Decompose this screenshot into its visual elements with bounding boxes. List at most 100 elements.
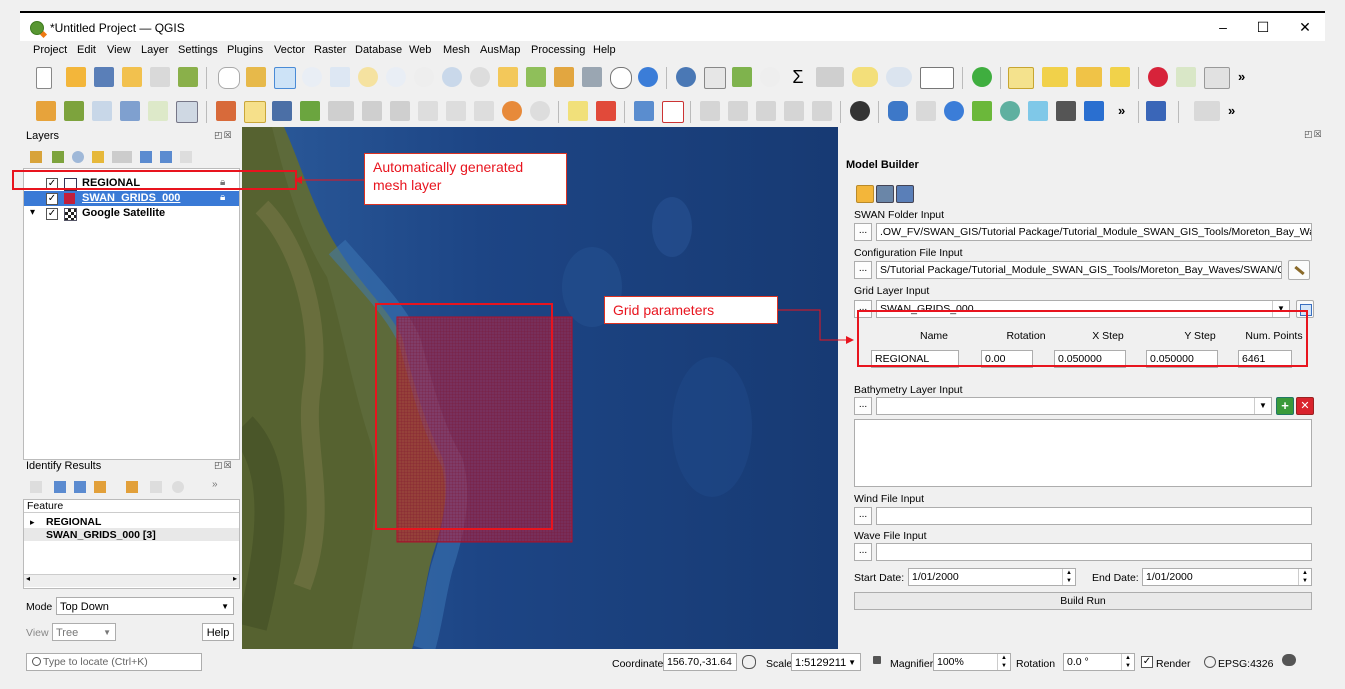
- collapse-all-icon[interactable]: [160, 151, 172, 163]
- identify-copy-icon[interactable]: [150, 481, 162, 493]
- maximize-button[interactable]: ☐: [1248, 17, 1278, 37]
- add-feature-icon[interactable]: [300, 101, 320, 121]
- deselect-icon[interactable]: [1076, 67, 1102, 87]
- messages-icon[interactable]: [1282, 654, 1296, 666]
- expand-arrow-icon[interactable]: ▾: [30, 207, 35, 218]
- identify-row[interactable]: REGIONAL: [46, 516, 101, 528]
- toolbox-gear-icon[interactable]: [760, 67, 780, 87]
- zoom-layer-icon[interactable]: [386, 67, 406, 87]
- menu-view[interactable]: View: [107, 44, 131, 56]
- zoom-next-icon[interactable]: [470, 67, 490, 87]
- mode-select[interactable]: Top Down ▼: [56, 597, 234, 615]
- layer-row-google-satellite[interactable]: ▾ ✓ Google Satellite: [24, 206, 239, 221]
- rotation-field[interactable]: 0.0 ° ▲ ▼: [1063, 653, 1135, 671]
- label-change-icon[interactable]: [756, 101, 776, 121]
- undo-icon[interactable]: [502, 101, 522, 121]
- label-show-icon[interactable]: [662, 101, 684, 123]
- open-project-icon[interactable]: [66, 67, 86, 87]
- python-icon[interactable]: [888, 101, 908, 121]
- layer-checkbox[interactable]: ✓: [46, 193, 58, 205]
- add-vector-icon[interactable]: [36, 101, 56, 121]
- measure-icon[interactable]: [816, 67, 844, 87]
- menu-processing[interactable]: Processing: [531, 44, 585, 56]
- toolbar-overflow-2[interactable]: »: [1118, 103, 1125, 118]
- build-run-button[interactable]: Build Run: [854, 592, 1312, 610]
- menu-settings[interactable]: Settings: [178, 44, 218, 56]
- snapping-magnet-icon[interactable]: [1148, 67, 1168, 87]
- magnifier-field[interactable]: 100% ▲ ▼: [933, 653, 1011, 671]
- grid-dots-icon[interactable]: [1204, 67, 1230, 89]
- menu-ausmap[interactable]: AusMap: [480, 44, 520, 56]
- label-props-icon[interactable]: [784, 101, 804, 121]
- menu-plugins[interactable]: Plugins: [227, 44, 263, 56]
- zoom-selection-icon[interactable]: [358, 67, 378, 87]
- label-abc-icon[interactable]: [568, 101, 588, 121]
- label-highlight-icon[interactable]: [596, 101, 616, 121]
- wind-file-browse-button[interactable]: ...: [854, 507, 872, 525]
- zoom-full-icon[interactable]: [330, 67, 350, 87]
- temporal-icon[interactable]: [610, 67, 632, 89]
- label-diagram-icon[interactable]: [812, 101, 832, 121]
- menu-web[interactable]: Web: [409, 44, 431, 56]
- menu-edit[interactable]: Edit: [77, 44, 96, 56]
- plugin-green-icon[interactable]: [972, 67, 992, 87]
- config-file-input[interactable]: S/Tutorial Package/Tutorial_Module_SWAN_…: [876, 261, 1282, 279]
- locator-input[interactable]: Type to locate (Ctrl+K): [26, 653, 202, 671]
- annotation-icon[interactable]: [852, 67, 878, 87]
- plugin-extra-icon[interactable]: [1194, 101, 1220, 121]
- toolbar-overflow-1[interactable]: »: [1238, 69, 1245, 84]
- label-pin-icon[interactable]: [634, 101, 654, 121]
- bathymetry-list[interactable]: [854, 419, 1312, 487]
- crs-label[interactable]: EPSG:4326: [1218, 658, 1273, 670]
- config-edit-wrench-icon[interactable]: [1288, 260, 1310, 280]
- attribute-table-icon[interactable]: [704, 67, 726, 89]
- pan-to-selection-icon[interactable]: [246, 67, 266, 87]
- layer-style-icon[interactable]: [30, 151, 42, 163]
- render-checkbox[interactable]: ✓: [1141, 656, 1153, 668]
- swan-folder-browse-button[interactable]: ...: [854, 223, 872, 241]
- help-icon[interactable]: [1146, 101, 1166, 121]
- plugin-waves-icon[interactable]: [1000, 101, 1020, 121]
- plugin-run-icon[interactable]: [1056, 101, 1076, 121]
- end-date-input[interactable]: 1/01/2000 ▲ ▼: [1142, 568, 1312, 586]
- add-db-icon[interactable]: [176, 101, 198, 123]
- save-model-icon[interactable]: [876, 185, 894, 203]
- new-3d-view-icon[interactable]: [526, 67, 546, 87]
- identify-collapse-icon[interactable]: [74, 481, 86, 493]
- menu-mesh[interactable]: Mesh: [443, 44, 470, 56]
- expand-arrow-icon[interactable]: ▸: [30, 517, 35, 528]
- help-button[interactable]: Help: [202, 623, 234, 641]
- save-as-model-icon[interactable]: [896, 185, 914, 203]
- remove-bathymetry-icon[interactable]: ✕: [1296, 397, 1314, 415]
- filter-funnel-icon[interactable]: [92, 151, 104, 163]
- add-mesh-icon[interactable]: [92, 101, 112, 121]
- config-file-browse-button[interactable]: ...: [854, 261, 872, 279]
- scale-select[interactable]: 1:5129211 ▼: [791, 653, 861, 671]
- add-wms-icon[interactable]: [120, 101, 140, 121]
- plugin-download-icon[interactable]: [1084, 101, 1104, 121]
- plugin-swan-icon[interactable]: [1028, 101, 1048, 121]
- swan-folder-input[interactable]: .OW_FV/SWAN_GIS/Tutorial Package/Tutoria…: [876, 223, 1312, 241]
- statistics-sigma-icon[interactable]: Σ: [788, 67, 808, 87]
- menu-raster[interactable]: Raster: [314, 44, 346, 56]
- zoom-native-icon[interactable]: [414, 67, 434, 87]
- identify-panel-controls[interactable]: ◰☒: [214, 460, 233, 471]
- toolbar-overflow-3[interactable]: »: [1228, 103, 1235, 118]
- wave-file-browse-button[interactable]: ...: [854, 543, 872, 561]
- select-by-value-icon[interactable]: [1042, 67, 1068, 87]
- identify-row[interactable]: SWAN_GRIDS_000 [3]: [46, 529, 156, 541]
- plugin-refresh-icon[interactable]: [944, 101, 964, 121]
- bathymetry-browse-button[interactable]: ...: [854, 397, 872, 415]
- identify-print-icon[interactable]: [172, 481, 184, 493]
- redo-icon[interactable]: [530, 101, 550, 121]
- add-group-icon[interactable]: [52, 151, 64, 163]
- minimize-button[interactable]: –: [1208, 17, 1238, 37]
- digitize-pencil-icon[interactable]: [216, 101, 236, 121]
- expand-all-icon[interactable]: [140, 151, 152, 163]
- plugin-globe-icon[interactable]: [850, 101, 870, 121]
- menu-help[interactable]: Help: [593, 44, 616, 56]
- save-as-icon[interactable]: [122, 67, 142, 87]
- label-move-icon[interactable]: [700, 101, 720, 121]
- coordinate-field[interactable]: 156.70,-31.64: [663, 653, 737, 671]
- bookmark-icon[interactable]: [554, 67, 574, 87]
